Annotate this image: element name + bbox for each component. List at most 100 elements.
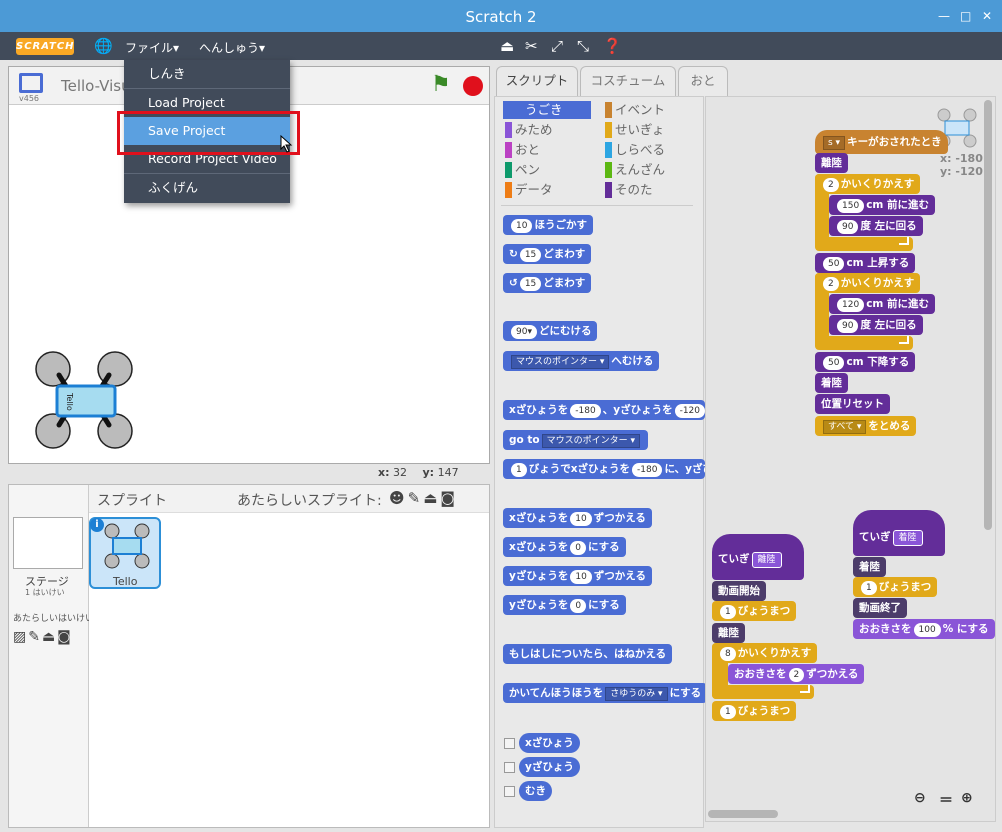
category-motion[interactable]: うごき [503,101,591,119]
category-operators[interactable]: えんざん [605,161,693,179]
grow-icon[interactable]: ⤢ [551,37,563,55]
new-sprite-tools-icon[interactable]: ☻✎⏏◙ [389,489,458,507]
block-video-start[interactable]: 動画開始 [712,581,766,601]
block-point-direction[interactable]: 90▾ どにむける [503,321,598,341]
repeat-end [815,237,913,251]
project-title[interactable]: Tello-Visu [61,77,131,95]
block-forward[interactable]: 150 cm 前に進む [829,195,936,215]
tello-sprite-icon[interactable]: Tello [33,349,137,453]
vertical-scrollbar[interactable] [984,100,992,530]
edit-menu[interactable]: へんしゅう▾ [199,39,265,56]
tab-costumes[interactable]: コスチューム [580,66,676,96]
zoom-in-icon[interactable]: ⊕ [961,790,973,806]
block-change-x[interactable]: xざひょうを 10 ずつかえる [503,508,652,528]
block-set-x[interactable]: xざひょうを 0 にする [503,537,626,557]
block-turn-left[interactable]: ↺ 15 どまわす [503,273,592,293]
category-control[interactable]: せいぎょ [605,121,693,139]
block-takeoff[interactable]: 離陸 [815,153,848,173]
tab-sounds[interactable]: おと [678,66,728,96]
category-pen[interactable]: ペン [505,161,593,179]
backdrop-tools-icon[interactable]: ▨✎⏏◙ [13,629,73,645]
tab-scripts[interactable]: スクリプト [496,66,578,97]
repeat-arrow-icon [899,336,909,344]
sprite-header: スプライト あたらしいスプライト: ☻✎⏏◙ [89,485,489,513]
block-forward[interactable]: 120 cm 前に進む [829,294,936,314]
block-goto-xy[interactable]: xざひょうを -180 、yざひょうを -120 [503,400,705,420]
checkbox-direction[interactable] [504,786,515,797]
stage-backdrop-count: 1 はいけい [25,588,65,597]
block-change-y[interactable]: yざひょうを 10 ずつかえる [503,566,652,586]
category-more-blocks[interactable]: そのた [605,181,693,199]
zoom-reset-icon[interactable]: ＝ [939,790,953,810]
sprite-x-readout: x: -180 [940,152,983,165]
category-sensing[interactable]: しらべる [605,141,693,159]
file-menu[interactable]: ファイル▾ [125,39,179,56]
mouse-cursor-icon [280,135,293,153]
reporter-y-position[interactable]: yざひょう [519,757,580,777]
coord-y-value: 147 [437,466,459,479]
duplicate-stamp-icon[interactable]: ⏏ [500,37,514,55]
block-goto[interactable]: go to マウスのポインター ▾ [503,430,649,450]
block-bounce[interactable]: もしはしについたら、はねかえる [503,644,673,664]
block-land[interactable]: 着陸 [815,373,848,393]
new-sprite-label: あたらしいスプライト: [237,493,382,509]
close-icon[interactable]: ✕ [982,9,992,23]
block-land[interactable]: 着陸 [853,557,886,577]
block-point-towards[interactable]: マウスのポインター ▾ へむける [503,351,660,371]
scratch-logo[interactable]: SCRATCH [16,38,74,55]
reporter-x-position[interactable]: xざひょう [519,733,580,753]
block-turn-left[interactable]: 90 度 左に回る [829,216,923,236]
block-repeat[interactable]: 2 かいくりかえす [815,174,921,194]
block-wait[interactable]: 1 びょうまつ [712,701,797,721]
block-rotation-style[interactable]: かいてんほうほうを さゆうのみ ▾ にする [503,683,708,703]
sprite-tile-tello[interactable]: i Tello [89,517,161,589]
repeat-arrow-icon [800,685,810,693]
category-looks[interactable]: みため [505,121,593,139]
block-stop[interactable]: すべて ▾ をとめる [815,416,917,436]
menu-item-new[interactable]: しんき [124,60,290,88]
category-events[interactable]: イベント [605,101,693,119]
minimize-icon[interactable]: — [938,9,950,23]
block-change-size[interactable]: おおきさを 2 ずつかえる [728,664,865,684]
block-video-end[interactable]: 動画終了 [853,598,907,618]
block-takeoff[interactable]: 離陸 [712,623,745,643]
globe-icon[interactable]: 🌐 [94,37,113,55]
category-sound[interactable]: おと [505,141,593,159]
info-icon[interactable]: i [90,518,104,532]
block-move-steps[interactable]: 10 ほうごかす [503,215,593,235]
block-descend[interactable]: 50 cm 下降する [815,352,916,372]
block-set-y[interactable]: yざひょうを 0 にする [503,595,626,615]
highlight-annotation-box [117,111,300,155]
sprite-panel: ステージ 1 はいけい あたらしいはいけい ▨✎⏏◙ スプライト あたらしいスプ… [8,484,490,828]
maximize-icon[interactable]: □ [960,9,971,23]
sprite-y-readout: y: -120 [940,165,983,178]
reporter-direction[interactable]: むき [519,781,552,801]
block-ascend[interactable]: 50 cm 上昇する [815,253,916,273]
block-turn-left[interactable]: 90 度 左に回る [829,315,923,335]
block-wait[interactable]: 1 びょうまつ [712,601,797,621]
horizontal-scrollbar[interactable] [708,810,778,818]
hat-key-pressed[interactable]: s ▾ キーがおされたとき [815,130,948,154]
block-reset-position[interactable]: 位置リセット [815,394,890,414]
block-repeat[interactable]: 2 かいくりかえす [815,273,921,293]
repeat-end [712,685,814,699]
define-block-takeoff[interactable]: ていぎ 離陸 [712,534,804,580]
block-turn-right[interactable]: ↻ 15 どまわす [503,244,592,264]
help-icon[interactable]: ❓ [603,37,622,55]
checkbox-x-position[interactable] [504,738,515,749]
shrink-icon[interactable]: ⤡ [577,37,589,55]
stage-thumbnail[interactable] [13,517,83,569]
fullscreen-icon[interactable] [19,73,43,93]
block-glide[interactable]: 1びょうでxざひょうを-180に、yざひ [503,459,705,479]
green-flag-icon[interactable]: ⚑ [431,73,451,97]
delete-scissors-icon[interactable]: ✂ [525,37,538,55]
checkbox-y-position[interactable] [504,762,515,773]
block-set-size[interactable]: おおきさを 100% にする [853,619,995,639]
stop-icon[interactable] [463,76,483,96]
define-block-land[interactable]: ていぎ 着陸 [853,510,945,556]
block-repeat[interactable]: 8 かいくりかえす [712,643,818,663]
zoom-out-icon[interactable]: ⊖ [914,790,926,806]
category-data[interactable]: データ [505,181,593,199]
menu-item-undelete[interactable]: ふくげん [124,174,290,202]
block-wait[interactable]: 1 びょうまつ [853,577,938,597]
